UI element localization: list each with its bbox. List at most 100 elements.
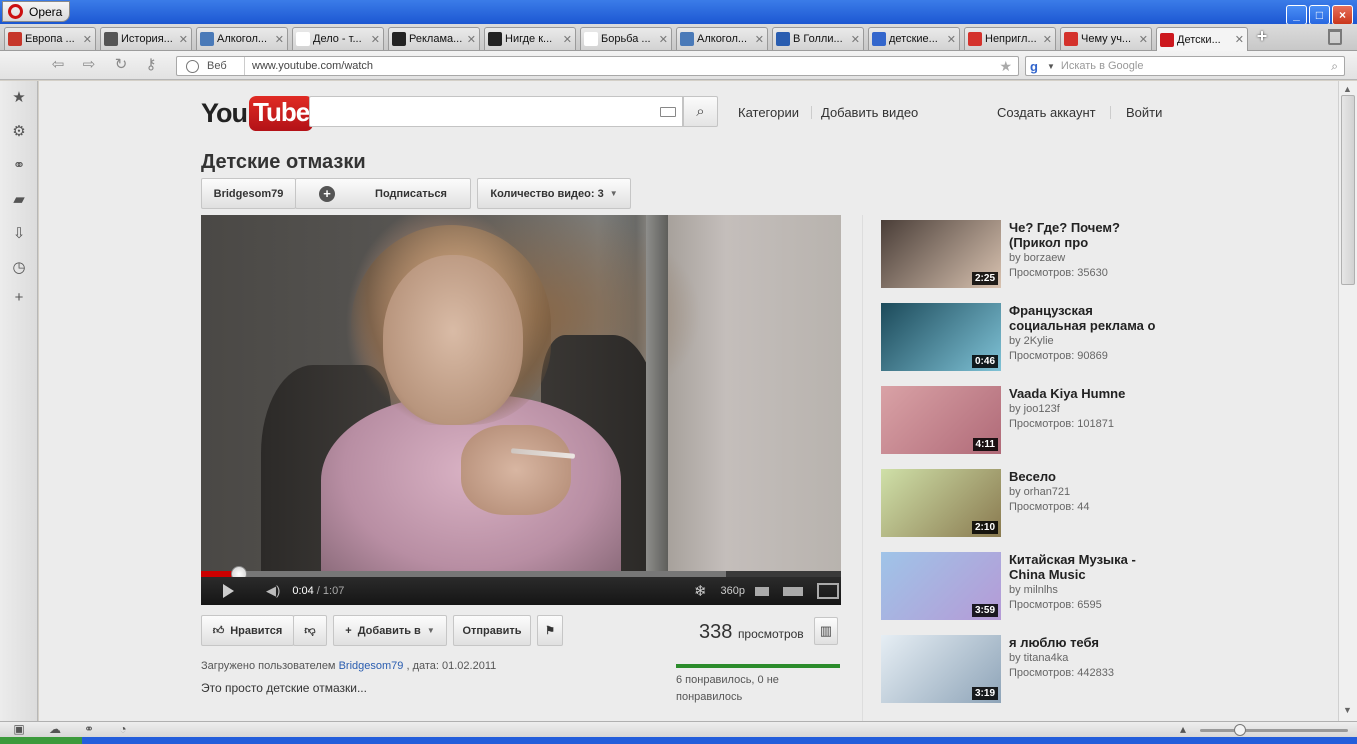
create-account-link[interactable]: Создать аккаунт xyxy=(997,105,1096,120)
url-text[interactable]: www.youtube.com/watch xyxy=(252,60,999,72)
youtube-search-input[interactable] xyxy=(309,96,683,127)
url-field[interactable]: Веб www.youtube.com/watch ★ xyxy=(176,56,1019,76)
video-count-dropdown[interactable]: Количество видео: 3 ▼ xyxy=(477,178,631,209)
maximize-button[interactable]: □ xyxy=(1309,5,1330,25)
video-frame[interactable] xyxy=(201,215,841,571)
related-video-item[interactable]: 3:59 Китайская Музыка - China Music by mil… xyxy=(881,552,1181,620)
search-icon[interactable]: ⌕ xyxy=(1331,59,1338,74)
statistics-button[interactable]: ▥ xyxy=(814,617,838,645)
dislike-button[interactable]: 👎︎ xyxy=(293,615,327,646)
related-video-item[interactable]: 0:46 Французская социальная реклама о by 2… xyxy=(881,303,1181,371)
close-tab-icon[interactable]: ✕ xyxy=(851,33,860,46)
fullscreen-icon[interactable] xyxy=(817,583,839,599)
related-video-title[interactable]: Французская социальная реклама о xyxy=(1009,303,1159,333)
annotations-icon[interactable]: ❄ xyxy=(694,582,707,600)
zoom-slider[interactable] xyxy=(1200,729,1348,732)
close-tab-icon[interactable]: ✕ xyxy=(563,33,572,46)
gear-icon[interactable]: ⚙ xyxy=(11,124,27,140)
zoom-slider-handle[interactable] xyxy=(1234,724,1246,736)
close-tab-icon[interactable]: ✕ xyxy=(467,33,476,46)
upload-video-link[interactable]: Добавить видео xyxy=(821,105,918,120)
channel-button[interactable]: Bridgesom79 xyxy=(201,178,296,209)
browser-tab[interactable]: В Голли... ✕ xyxy=(772,27,864,50)
browser-tab[interactable]: Алкогол... ✕ xyxy=(676,27,768,50)
large-player-icon[interactable] xyxy=(783,586,803,596)
close-tab-icon[interactable]: ✕ xyxy=(1043,33,1052,46)
related-video-item[interactable]: 2:25 Че? Где? Почем? (Прикол про by borzae… xyxy=(881,220,1181,288)
video-thumbnail[interactable]: 4:11 xyxy=(881,386,1001,454)
minimize-button[interactable]: _ xyxy=(1286,5,1307,25)
panel-toggle-icon[interactable]: ▣ xyxy=(12,723,26,736)
close-tab-icon[interactable]: ✕ xyxy=(1235,33,1244,46)
opera-menu-button[interactable]: Opera xyxy=(2,1,70,22)
quality-button[interactable]: 360p xyxy=(721,585,745,597)
browser-tab[interactable]: Непригл... ✕ xyxy=(964,27,1056,50)
search-placeholder[interactable]: Искать в Google xyxy=(1061,60,1331,72)
scroll-down-icon[interactable]: ▼ xyxy=(1343,705,1352,715)
back-icon[interactable]: ⇦ xyxy=(50,57,66,73)
close-tab-icon[interactable]: ✕ xyxy=(755,33,764,46)
browser-tab[interactable]: Детски... ✕ xyxy=(1156,27,1248,51)
close-window-button[interactable]: × xyxy=(1332,5,1353,25)
close-tab-icon[interactable]: ✕ xyxy=(947,33,956,46)
video-thumbnail[interactable]: 3:19 xyxy=(881,635,1001,703)
video-player[interactable]: ◀) 0:04 / 1:07 ❄ 360p xyxy=(201,215,841,605)
browser-tab[interactable]: Европа ... ✕ xyxy=(4,27,96,50)
related-video-item[interactable]: 3:19 я люблю тебя by titana4ka Просмотров: … xyxy=(881,635,1181,703)
browser-tab[interactable]: История... ✕ xyxy=(100,27,192,50)
zoom-arrow-icon[interactable]: ▴ xyxy=(1176,723,1190,736)
related-video-title[interactable]: Весело xyxy=(1009,469,1159,484)
unite-icon[interactable]: ⚭ xyxy=(11,158,27,174)
related-video-title[interactable]: Че? Где? Почем? (Прикол про xyxy=(1009,220,1159,250)
key-icon[interactable]: ⚷ xyxy=(143,57,159,73)
downloads-icon[interactable]: ⇩ xyxy=(11,226,27,242)
search-engine-field[interactable]: g ▼ Искать в Google ⌕ xyxy=(1025,56,1345,76)
video-thumbnail[interactable]: 3:59 xyxy=(881,552,1001,620)
uploader-link[interactable]: Bridgesom79 xyxy=(339,660,404,672)
keyboard-icon[interactable] xyxy=(660,107,676,117)
related-video-item[interactable]: 4:11 Vaada Kiya Humne by joo123f Просмотров… xyxy=(881,386,1181,454)
close-tab-icon[interactable]: ✕ xyxy=(275,33,284,46)
forward-icon[interactable]: ⇨ xyxy=(81,57,97,73)
close-tab-icon[interactable]: ✕ xyxy=(371,33,380,46)
sign-in-link[interactable]: Войти xyxy=(1126,105,1162,120)
volume-icon[interactable]: ◀) xyxy=(266,583,280,599)
browser-tab[interactable]: Дело - т... ✕ xyxy=(292,27,384,50)
youtube-logo[interactable]: You Tube xyxy=(201,94,314,132)
share-button[interactable]: Отправить xyxy=(453,615,531,646)
scroll-thumb[interactable] xyxy=(1341,95,1355,285)
close-tab-icon[interactable]: ✕ xyxy=(1139,33,1148,46)
related-video-title[interactable]: Vaada Kiya Humne xyxy=(1009,386,1159,401)
add-panel-icon[interactable]: + xyxy=(11,290,27,306)
close-tab-icon[interactable]: ✕ xyxy=(83,33,92,46)
new-tab-button[interactable]: + xyxy=(1253,27,1271,45)
reload-icon[interactable]: ↻ xyxy=(113,57,129,73)
like-button[interactable]: 👍︎ Нравится xyxy=(201,615,294,646)
related-video-item[interactable]: 2:10 Весело by orhan721 Просмотров: 44 xyxy=(881,469,1181,537)
browser-tab[interactable]: Нигде к... ✕ xyxy=(484,27,576,50)
turbo-cloud-icon[interactable]: ☁ xyxy=(48,723,62,736)
add-to-button[interactable]: + Добавить в ▼ xyxy=(333,615,447,646)
chevron-down-icon[interactable]: ▼ xyxy=(1047,62,1055,71)
speed-dial-icon[interactable]: ◔ xyxy=(116,723,130,736)
trash-can-icon[interactable] xyxy=(1328,29,1342,45)
browser-tab[interactable]: Борьба ... ✕ xyxy=(580,27,672,50)
categories-link[interactable]: Категории xyxy=(738,105,799,120)
small-player-icon[interactable] xyxy=(755,586,769,596)
history-clock-icon[interactable]: ◷ xyxy=(11,260,27,276)
youtube-search-button[interactable]: ⌕ xyxy=(683,96,718,127)
related-video-title[interactable]: я люблю тебя xyxy=(1009,635,1159,650)
subscribe-button[interactable]: + Подписаться xyxy=(295,178,471,209)
browser-tab[interactable]: детские... ✕ xyxy=(868,27,960,50)
browser-tab[interactable]: Алкогол... ✕ xyxy=(196,27,288,50)
bookmarks-star-icon[interactable]: ★ xyxy=(11,90,27,106)
close-tab-icon[interactable]: ✕ xyxy=(179,33,188,46)
vertical-scrollbar[interactable]: ▲ ▼ xyxy=(1338,81,1357,721)
video-thumbnail[interactable]: 0:46 xyxy=(881,303,1001,371)
notes-icon[interactable]: ▰ xyxy=(11,192,27,208)
related-video-title[interactable]: Китайская Музыка - China Music xyxy=(1009,552,1159,582)
video-thumbnail[interactable]: 2:25 xyxy=(881,220,1001,288)
start-button[interactable] xyxy=(0,737,82,744)
play-icon[interactable] xyxy=(223,584,236,598)
close-tab-icon[interactable]: ✕ xyxy=(659,33,668,46)
